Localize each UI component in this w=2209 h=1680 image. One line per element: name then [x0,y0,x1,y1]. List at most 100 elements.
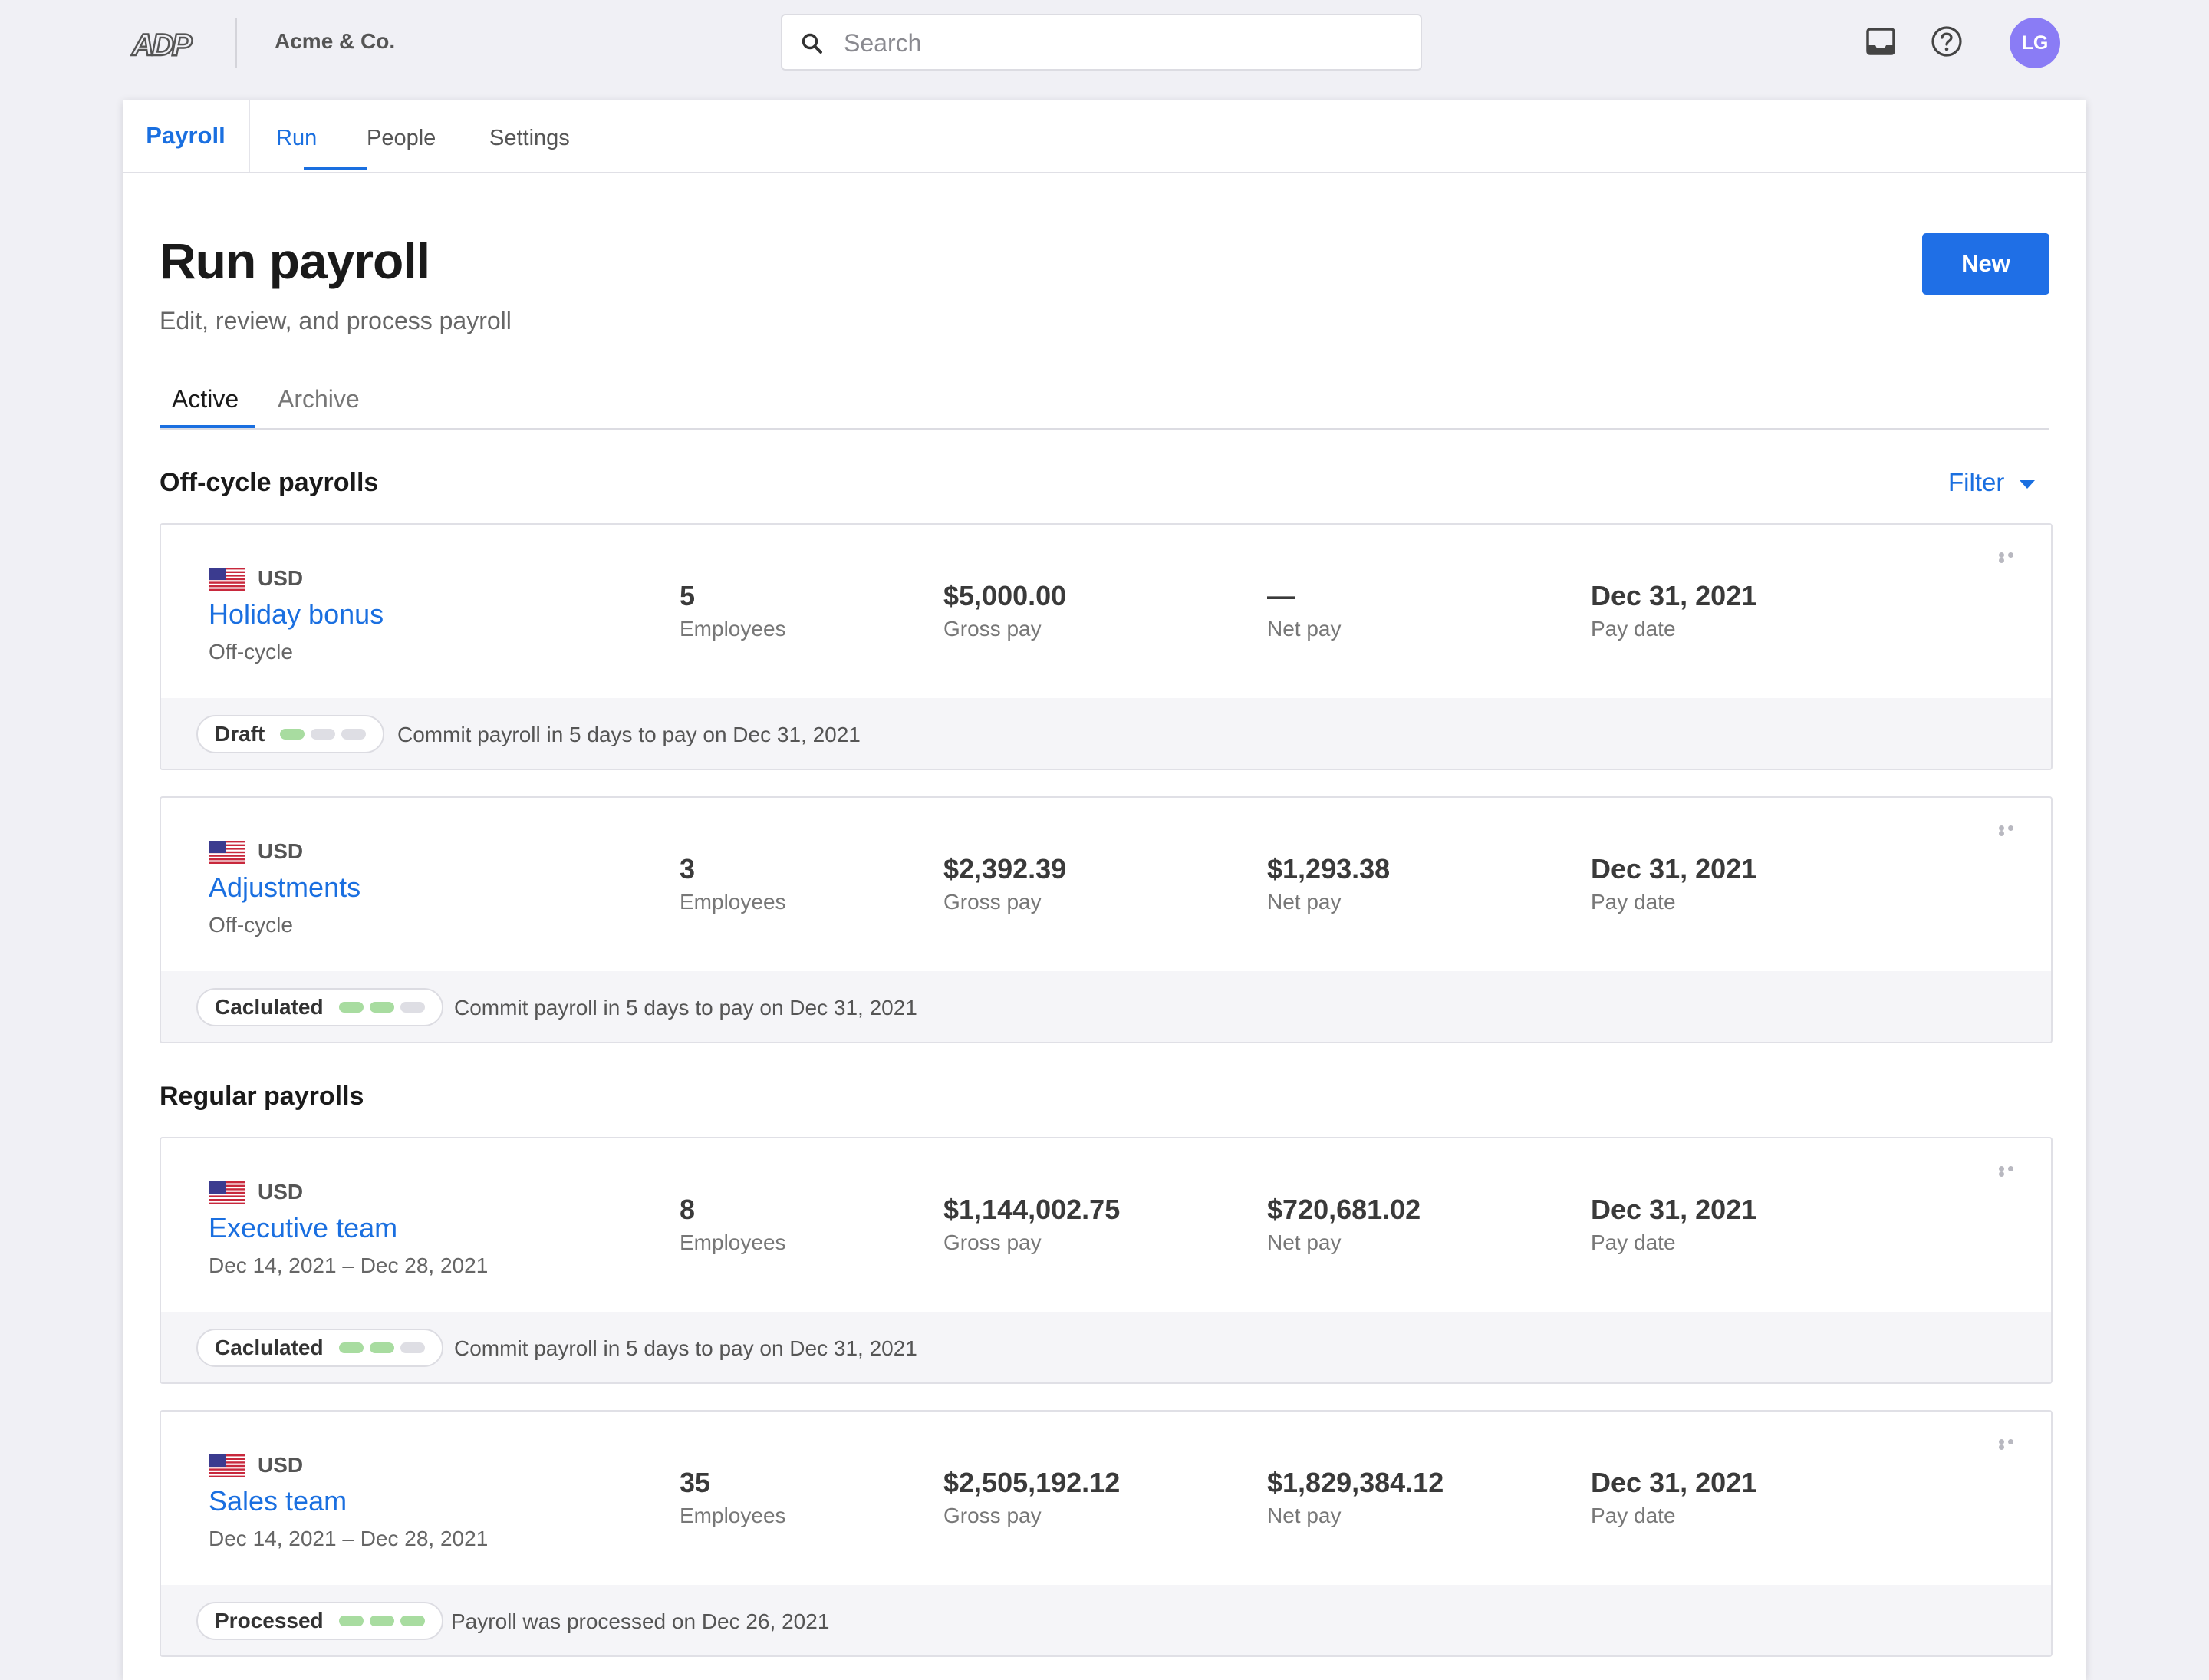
net-pay-metric: $720,681.02 Net pay [1267,1194,1421,1255]
us-flag-icon [209,1181,245,1204]
gross-pay-label: Gross pay [943,1230,1042,1254]
employees-metric: 35 Employees [680,1467,786,1528]
more-options-icon[interactable] [1999,825,2025,836]
gross-pay-value: $5,000.00 [943,580,1067,611]
employees-value: 35 [680,1467,711,1498]
section-title-off-cycle: Off-cycle payrolls [160,468,379,497]
progress-step [338,1616,364,1626]
more-options-icon[interactable] [1999,1166,2025,1177]
status-badge: Caclulated [196,988,443,1026]
us-flag-icon [209,568,245,591]
status-message: Commit payroll in 5 days to pay on Dec 3… [454,996,917,1020]
progress-step [369,1616,394,1626]
payroll-tabs: Active Archive [160,376,2049,430]
currency-code: USD [258,839,304,863]
progress-step [311,729,336,740]
payroll-card-footer: Caclulated Commit payroll in 5 days to p… [161,1312,2051,1382]
progress-step [400,1616,425,1626]
payroll-period: Off-cycle [209,640,293,664]
payroll-card-footer: Draft Commit payroll in 5 days to pay on… [161,698,2051,769]
net-pay-metric: — Net pay [1267,580,1342,641]
payroll-name-link[interactable]: Sales team [209,1485,347,1517]
net-pay-value: $720,681.02 [1267,1194,1421,1225]
pay-date-value: Dec 31, 2021 [1591,1194,1757,1225]
us-flag-icon [209,841,245,864]
pay-date-value: Dec 31, 2021 [1591,853,1757,884]
company-name: Acme & Co. [275,29,396,53]
top-bar: ADP Acme & Co. LG [0,0,2209,86]
net-pay-label: Net pay [1267,1230,1342,1254]
filter-dropdown[interactable]: Filter [1948,468,2036,497]
currency-code: USD [258,1453,304,1477]
gross-pay-value: $2,505,192.12 [943,1467,1121,1498]
payroll-period: Off-cycle [209,913,293,937]
progress-steps [338,1616,425,1626]
gross-pay-label: Gross pay [943,1504,1042,1527]
nav-link-run[interactable]: Run [276,126,317,151]
payroll-card-footer: Caclulated Commit payroll in 5 days to p… [161,971,2051,1042]
net-pay-label: Net pay [1267,617,1342,641]
pay-date-value: Dec 31, 2021 [1591,1467,1757,1498]
currency-code: USD [258,566,304,590]
section-title-regular: Regular payrolls [160,1082,364,1111]
currency-code: USD [258,1180,304,1204]
payroll-name-link[interactable]: Holiday bonus [209,598,384,631]
search-input[interactable] [842,23,1397,63]
nav-link-settings[interactable]: Settings [489,126,570,151]
new-payroll-button[interactable]: New [1922,233,2049,295]
progress-step [400,1002,425,1013]
progress-steps [338,1002,425,1013]
pay-date-metric: Dec 31, 2021 Pay date [1591,580,1756,641]
payroll-card: USD Sales team Dec 14, 2021 – Dec 28, 20… [160,1410,2053,1657]
gross-pay-metric: $1,144,002.75 Gross pay [943,1194,1120,1255]
tab-archive[interactable]: Archive [278,385,360,413]
gross-pay-label: Gross pay [943,617,1042,641]
nav-link-people[interactable]: People [367,126,436,151]
payroll-period: Dec 14, 2021 – Dec 28, 2021 [209,1253,489,1277]
more-options-icon[interactable] [1999,1439,2025,1450]
payroll-card: USD Holiday bonus Off-cycle 5 Employees … [160,523,2053,770]
payroll-card-body: USD Adjustments Off-cycle 3 Employees $2… [161,798,2051,971]
gross-pay-label: Gross pay [943,890,1042,914]
pay-date-label: Pay date [1591,890,1676,914]
pay-date-label: Pay date [1591,1504,1676,1527]
status-badge: Caclulated [196,1329,443,1367]
pay-date-metric: Dec 31, 2021 Pay date [1591,853,1756,914]
payroll-card-footer: Processed Payroll was processed on Dec 2… [161,1585,2051,1655]
pay-date-label: Pay date [1591,617,1676,641]
tab-active[interactable]: Active [172,385,239,413]
filter-label: Filter [1948,468,2005,496]
more-options-icon[interactable] [1999,552,2025,563]
page-subtitle: Edit, review, and process payroll [160,307,512,334]
page-title: Run payroll [160,232,430,289]
status-label: Caclulated [215,995,324,1019]
employees-label: Employees [680,890,786,914]
search-box[interactable] [781,14,1422,71]
gross-pay-metric: $2,505,192.12 Gross pay [943,1467,1120,1528]
status-label: Processed [215,1609,324,1632]
payroll-card-body: USD Sales team Dec 14, 2021 – Dec 28, 20… [161,1412,2051,1585]
pay-date-metric: Dec 31, 2021 Pay date [1591,1467,1756,1528]
status-label: Caclulated [215,1336,324,1359]
employees-metric: 8 Employees [680,1194,786,1255]
gross-pay-metric: $5,000.00 Gross pay [943,580,1066,641]
user-avatar[interactable]: LG [2010,18,2060,68]
pay-date-value: Dec 31, 2021 [1591,580,1757,611]
tab-active-indicator [160,425,255,428]
payroll-card: USD Executive team Dec 14, 2021 – Dec 28… [160,1137,2053,1384]
adp-logo[interactable]: ADP [130,26,201,60]
gross-pay-value: $1,144,002.75 [943,1194,1121,1225]
payroll-name-link[interactable]: Adjustments [209,871,360,904]
payroll-card-body: USD Holiday bonus Off-cycle 5 Employees … [161,525,2051,698]
us-flag-icon [209,1454,245,1477]
app-tab-payroll[interactable]: Payroll [123,100,250,172]
payroll-name-link[interactable]: Executive team [209,1212,397,1244]
svg-text:ADP: ADP [131,28,193,60]
net-pay-metric: $1,293.38 Net pay [1267,853,1390,914]
help-icon[interactable] [1930,25,1964,58]
progress-step [400,1342,425,1353]
progress-step [369,1002,394,1013]
pay-date-metric: Dec 31, 2021 Pay date [1591,1194,1756,1255]
inbox-icon[interactable] [1864,25,1898,58]
status-message: Commit payroll in 5 days to pay on Dec 3… [454,1336,917,1360]
